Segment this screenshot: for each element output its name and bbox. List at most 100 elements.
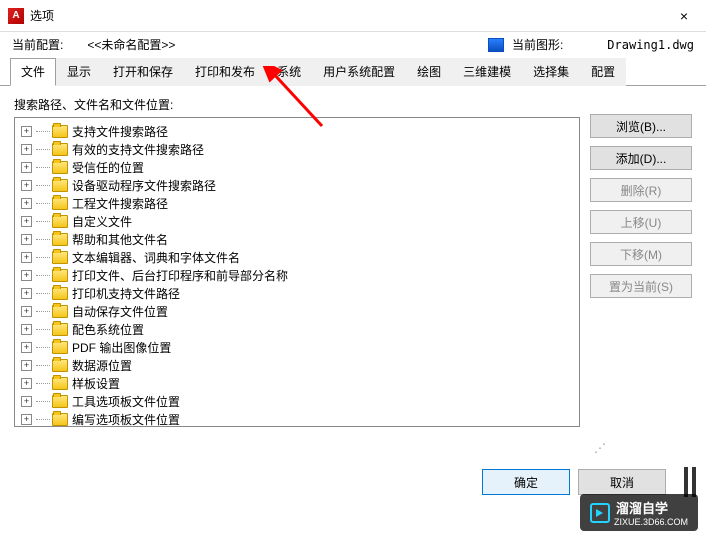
- tree-node[interactable]: +配色系统位置: [17, 320, 577, 338]
- tree-node[interactable]: + 数据源位置: [17, 356, 577, 374]
- tree-node[interactable]: +工程文件搜索路径: [17, 194, 577, 212]
- tree-node[interactable]: +工具选项板文件位置: [17, 392, 577, 410]
- expander-icon[interactable]: +: [21, 306, 32, 317]
- watermark-url: ZIXUE.3D66.COM: [614, 517, 688, 527]
- cancel-button[interactable]: 取消: [578, 469, 666, 495]
- tree-node-label: 编写选项板文件位置: [72, 411, 180, 428]
- tree-node[interactable]: +样板设置: [17, 374, 577, 392]
- tab-3[interactable]: 打印和发布: [184, 58, 266, 86]
- tab-4[interactable]: 系统: [266, 58, 312, 86]
- folder-icon: [52, 413, 68, 426]
- side-buttons-column: 浏览(B)... 添加(D)... 删除(R) 上移(U) 下移(M) 置为当前(S): [590, 96, 692, 427]
- tree-node[interactable]: +自动保存文件位置: [17, 302, 577, 320]
- expander-icon[interactable]: +: [21, 270, 32, 281]
- tree-node[interactable]: + 文本编辑器、词典和字体文件名: [17, 248, 577, 266]
- folder-icon: [52, 287, 68, 300]
- tree-node[interactable]: + 设备驱动程序文件搜索路径: [17, 176, 577, 194]
- drawing-icon: [488, 38, 504, 52]
- tree-node-label: 打印机支持文件路径: [72, 285, 180, 302]
- tab-8[interactable]: 选择集: [522, 58, 580, 86]
- tree-node[interactable]: + 打印机支持文件路径: [17, 284, 577, 302]
- folder-icon: [52, 179, 68, 192]
- tree-node[interactable]: + 编写选项板文件位置: [17, 410, 577, 427]
- folder-icon: [52, 161, 68, 174]
- side-button-2: 删除(R): [590, 178, 692, 202]
- expander-icon[interactable]: +: [21, 216, 32, 227]
- side-button-3: 上移(U): [590, 210, 692, 234]
- tree-node[interactable]: + 受信任的位置: [17, 158, 577, 176]
- tree-view[interactable]: + 支持文件搜索路径 + 有效的支持文件搜索路径 + 受信任的位置 + 设备驱动程序文件搜索路…: [14, 117, 580, 427]
- tree-node[interactable]: + 有效的支持文件搜索路径: [17, 140, 577, 158]
- dialog-footer: 确定 取消: [482, 469, 666, 495]
- tree-connector: [36, 185, 50, 186]
- side-button-4: 下移(M): [590, 242, 692, 266]
- folder-icon: [52, 251, 68, 264]
- tree-node[interactable]: + 自定义文件: [17, 212, 577, 230]
- side-button-1[interactable]: 添加(D)...: [590, 146, 692, 170]
- tree-connector: [36, 239, 50, 240]
- expander-icon[interactable]: +: [21, 198, 32, 209]
- tree-connector: [36, 365, 50, 366]
- tree-node[interactable]: + 打印文件、后台打印程序和前导部分名称: [17, 266, 577, 284]
- folder-icon: [52, 215, 68, 228]
- tree-node-label: 设备驱动程序文件搜索路径: [72, 177, 216, 194]
- expander-icon[interactable]: +: [21, 126, 32, 137]
- tab-7[interactable]: 三维建模: [452, 58, 522, 86]
- watermark: 溜溜自学 ZIXUE.3D66.COM: [580, 494, 698, 531]
- tree-node[interactable]: + PDF 输出图像位置: [17, 338, 577, 356]
- expander-icon[interactable]: +: [21, 180, 32, 191]
- tree-node-label: 有效的支持文件搜索路径: [72, 141, 204, 158]
- expander-icon[interactable]: +: [21, 144, 32, 155]
- folder-icon: [52, 233, 68, 246]
- tree-connector: [36, 401, 50, 402]
- folder-icon: [52, 269, 68, 282]
- tree-connector: [36, 203, 50, 204]
- tab-9[interactable]: 配置: [580, 58, 626, 86]
- tree-connector: [36, 275, 50, 276]
- expander-icon[interactable]: +: [21, 342, 32, 353]
- expander-icon[interactable]: +: [21, 234, 32, 245]
- tree-node[interactable]: + 支持文件搜索路径: [17, 122, 577, 140]
- tab-6[interactable]: 绘图: [406, 58, 452, 86]
- resize-grip-icon: ⋰: [594, 441, 606, 455]
- tree-connector: [36, 311, 50, 312]
- expander-icon[interactable]: +: [21, 360, 32, 371]
- close-button[interactable]: ×: [670, 2, 698, 30]
- expander-icon[interactable]: +: [21, 252, 32, 263]
- side-button-5: 置为当前(S): [590, 274, 692, 298]
- tree-node-label: 受信任的位置: [72, 159, 144, 176]
- tree-node-label: 数据源位置: [72, 357, 132, 374]
- app-logo-icon: A: [8, 8, 24, 24]
- folder-icon: [52, 341, 68, 354]
- expander-icon[interactable]: +: [21, 324, 32, 335]
- side-button-0[interactable]: 浏览(B)...: [590, 114, 692, 138]
- profile-info-row: 当前配置: <<未命名配置>> 当前图形: Drawing1.dwg: [0, 32, 706, 55]
- tree-connector: [36, 149, 50, 150]
- expander-icon[interactable]: +: [21, 162, 32, 173]
- tree-connector: [36, 383, 50, 384]
- tree-node-label: 支持文件搜索路径: [72, 123, 168, 140]
- folder-icon: [52, 323, 68, 336]
- tab-0[interactable]: 文件: [10, 58, 56, 86]
- watermark-play-icon: [590, 503, 610, 523]
- tree-node-label: PDF 输出图像位置: [72, 339, 171, 356]
- ok-button[interactable]: 确定: [482, 469, 570, 495]
- tree-node-label: 自定义文件: [72, 213, 132, 230]
- watermark-brand: 溜溜自学: [616, 498, 688, 517]
- titlebar: A 选项 ×: [0, 0, 706, 32]
- folder-icon: [52, 125, 68, 138]
- expander-icon[interactable]: +: [21, 396, 32, 407]
- tree-node-label: 打印文件、后台打印程序和前导部分名称: [72, 267, 288, 284]
- current-drawing-label: 当前图形:: [512, 36, 563, 53]
- current-profile-value: <<未命名配置>>: [87, 36, 175, 53]
- expander-icon[interactable]: +: [21, 378, 32, 389]
- tree-node-label: 帮助和其他文件名: [72, 231, 168, 248]
- expander-icon[interactable]: +: [21, 414, 32, 425]
- tree-node[interactable]: + 帮助和其他文件名: [17, 230, 577, 248]
- tab-5[interactable]: 用户系统配置: [312, 58, 406, 86]
- tab-1[interactable]: 显示: [56, 58, 102, 86]
- tab-2[interactable]: 打开和保存: [102, 58, 184, 86]
- expander-icon[interactable]: +: [21, 288, 32, 299]
- tree-node-label: 文本编辑器、词典和字体文件名: [72, 249, 240, 266]
- tree-connector: [36, 329, 50, 330]
